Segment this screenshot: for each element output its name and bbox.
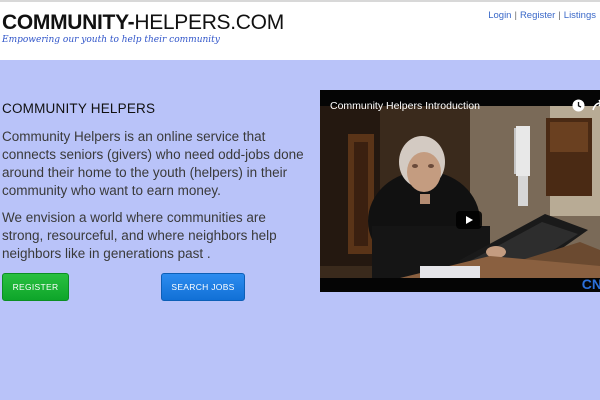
search-jobs-button[interactable]: SEARCH JOBS <box>161 273 245 301</box>
nav-separator: | <box>514 10 517 21</box>
register-link[interactable]: Register <box>520 10 555 21</box>
logo-text-bold: COMMUNITY- <box>2 11 135 34</box>
site-logo[interactable]: COMMUNITY-HELPERS.COM Empowering our you… <box>2 12 284 46</box>
logo-text-light: HELPERS.COM <box>134 11 284 34</box>
site-tagline: Empowering our youth to help their commu… <box>2 35 220 45</box>
top-nav-links: Login | Register | Listings <box>488 10 596 21</box>
nav-separator: | <box>558 10 561 21</box>
register-button[interactable]: REGISTER <box>2 273 69 301</box>
logo-text[interactable]: COMMUNITY-HELPERS.COM <box>2 12 284 34</box>
clock-icon[interactable] <box>572 99 585 112</box>
share-icon[interactable] <box>592 99 600 112</box>
video-player[interactable]: Community Helpers Introduction CN <box>320 90 600 292</box>
play-icon[interactable] <box>456 211 482 229</box>
site-header: COMMUNITY-HELPERS.COM Empowering our you… <box>0 2 600 60</box>
listings-link[interactable]: Listings <box>564 10 596 21</box>
intro-paragraph: Community Helpers is an online service t… <box>2 129 304 198</box>
channel-logo: CN <box>581 276 600 292</box>
page-heading: COMMUNITY HELPERS <box>2 101 156 116</box>
vision-paragraph: We envision a world where communities ar… <box>2 210 277 261</box>
hero-section: COMMUNITY HELPERS Community Helpers is a… <box>0 60 600 400</box>
login-link[interactable]: Login <box>488 10 511 21</box>
video-thumbnail <box>320 106 600 278</box>
video-title: Community Helpers Introduction <box>330 100 480 112</box>
